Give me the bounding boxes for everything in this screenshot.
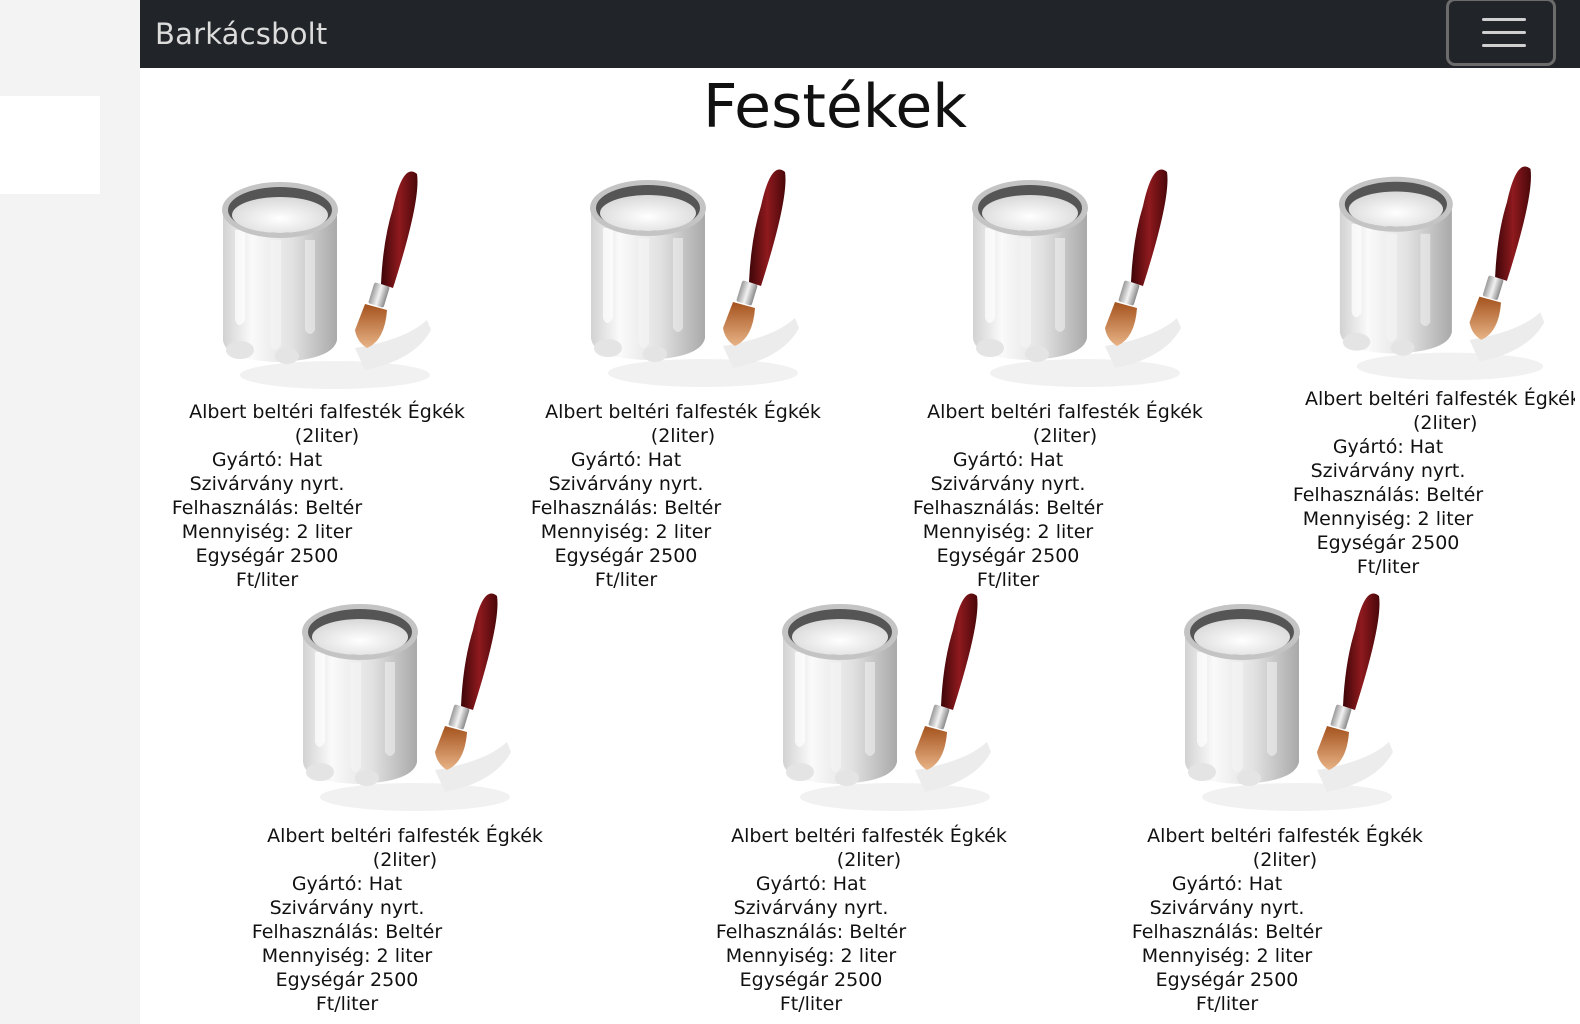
product-manufacturer: Gyártó: Hat	[291, 873, 403, 895]
product-size: (2liter)	[836, 849, 902, 871]
product-unit: Ft/liter	[976, 569, 1040, 591]
product-usage: Felhasználás: Beltér	[912, 497, 1104, 519]
product-card[interactable]: Albert beltéri falfesték Égkék (2liter) …	[1115, 592, 1455, 1016]
left-panel-box	[0, 96, 100, 194]
product-price: Egységár 2500	[936, 545, 1080, 567]
navbar: Barkácsbolt	[140, 0, 1580, 68]
product-company: Szivárvány nyrt.	[733, 897, 889, 919]
product-price: Egységár 2500	[1316, 532, 1460, 554]
paint-bucket-icon	[1338, 166, 1545, 381]
product-price: Egységár 2500	[195, 545, 339, 567]
product-size: (2liter)	[1252, 849, 1318, 871]
product-name: Albert beltéri falfesték Égkék	[189, 401, 465, 423]
product-manufacturer: Gyártó: Hat	[570, 449, 682, 471]
product-card[interactable]: Albert beltéri falfesték Égkék (2liter) …	[235, 592, 575, 1016]
navbar-brand[interactable]: Barkácsbolt	[155, 15, 327, 53]
product-company: Szivárvány nyrt.	[1310, 460, 1466, 482]
product-usage: Felhasználás: Beltér	[530, 497, 722, 519]
product-unit: Ft/liter	[235, 569, 299, 591]
product-price: Egységár 2500	[739, 969, 883, 991]
product-usage: Felhasználás: Beltér	[171, 497, 363, 519]
product-quantity: Mennyiség: 2 liter	[261, 945, 433, 967]
paint-bucket-icon	[590, 169, 799, 387]
product-name: Albert beltéri falfesték Égkék	[1305, 388, 1575, 410]
product-manufacturer: Gyártó: Hat	[952, 449, 1064, 471]
product-quantity: Mennyiség: 2 liter	[1141, 945, 1313, 967]
product-size: (2liter)	[1413, 412, 1478, 434]
product-company: Szivárvány nyrt.	[548, 473, 704, 495]
product-usage: Felhasználás: Beltér	[251, 921, 443, 943]
product-company: Szivárvány nyrt.	[1149, 897, 1305, 919]
product-card[interactable]: Albert beltéri falfesték Égkék (2liter) …	[1275, 165, 1575, 579]
product-manufacturer: Gyártó: Hat	[1171, 873, 1283, 895]
product-price: Egységár 2500	[554, 545, 698, 567]
product-quantity: Mennyiség: 2 liter	[181, 521, 353, 543]
product-quantity: Mennyiség: 2 liter	[540, 521, 712, 543]
paint-bucket-icon	[782, 593, 991, 811]
page-title: Festékek	[702, 72, 968, 142]
product-name: Albert beltéri falfesték Égkék	[1147, 825, 1423, 847]
product-card[interactable]: Albert beltéri falfesték Égkék (2liter) …	[895, 168, 1235, 592]
product-price: Egységár 2500	[275, 969, 419, 991]
product-unit: Ft/liter	[315, 993, 379, 1015]
product-manufacturer: Gyártó: Hat	[1332, 436, 1444, 458]
product-manufacturer: Gyártó: Hat	[211, 449, 323, 471]
product-unit: Ft/liter	[1356, 556, 1420, 578]
product-unit: Ft/liter	[594, 569, 658, 591]
menu-toggle-button[interactable]	[1446, 0, 1556, 66]
product-quantity: Mennyiség: 2 liter	[1302, 508, 1474, 530]
product-card[interactable]: Albert beltéri falfesték Égkék (2liter) …	[699, 592, 1039, 1016]
product-size: (2liter)	[650, 425, 716, 447]
product-quantity: Mennyiség: 2 liter	[725, 945, 897, 967]
product-company: Szivárvány nyrt.	[189, 473, 345, 495]
product-card[interactable]: Albert beltéri falfesték Égkék (2liter) …	[157, 170, 497, 592]
paint-bucket-icon	[972, 169, 1181, 387]
product-quantity: Mennyiség: 2 liter	[922, 521, 1094, 543]
product-price: Egységár 2500	[1155, 969, 1299, 991]
product-size: (2liter)	[1032, 425, 1098, 447]
paint-bucket-icon	[1184, 593, 1393, 811]
product-unit: Ft/liter	[1195, 993, 1259, 1015]
paint-bucket-icon	[302, 593, 511, 811]
product-name: Albert beltéri falfesték Égkék	[731, 825, 1007, 847]
paint-bucket-icon	[222, 171, 431, 389]
product-name: Albert beltéri falfesték Égkék	[927, 401, 1203, 423]
product-usage: Felhasználás: Beltér	[1131, 921, 1323, 943]
product-card[interactable]: Albert beltéri falfesték Égkék (2liter) …	[513, 168, 853, 592]
product-size: (2liter)	[294, 425, 360, 447]
product-unit: Ft/liter	[779, 993, 843, 1015]
product-company: Szivárvány nyrt.	[269, 897, 425, 919]
product-usage: Felhasználás: Beltér	[1292, 484, 1484, 506]
product-name: Albert beltéri falfesték Égkék	[545, 401, 821, 423]
main-content: Barkácsbolt Festékek Albert beltéri falf…	[140, 0, 1580, 1024]
product-size: (2liter)	[372, 849, 438, 871]
product-manufacturer: Gyártó: Hat	[755, 873, 867, 895]
product-usage: Felhasználás: Beltér	[715, 921, 907, 943]
product-company: Szivárvány nyrt.	[930, 473, 1086, 495]
product-name: Albert beltéri falfesték Égkék	[267, 825, 543, 847]
